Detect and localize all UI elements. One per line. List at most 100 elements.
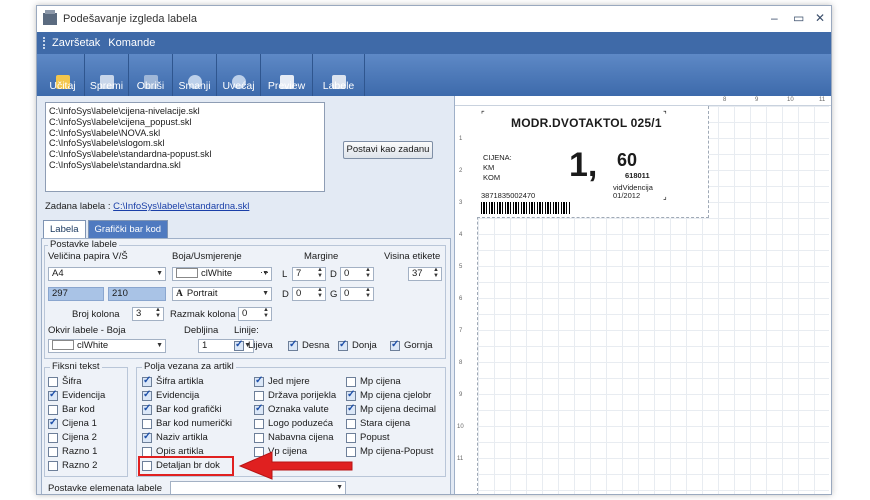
- field-naziv-artikla-checkbox[interactable]: Naziv artikla: [142, 431, 208, 443]
- preview-date[interactable]: 01/2012: [613, 192, 640, 200]
- app-window: Podešavanje izgleda labela – ▭ ✕ Završet…: [36, 5, 832, 495]
- columns-stepper[interactable]: 3 ▲ ▼: [132, 307, 164, 321]
- checkbox-icon: [142, 418, 152, 429]
- preview-barcode-number[interactable]: 3871835002470: [481, 192, 535, 200]
- line-right-checkbox[interactable]: Desna: [288, 339, 329, 351]
- delete-button[interactable]: Obriši: [129, 54, 173, 96]
- field-stara-cijena-checkbox[interactable]: Stara cijena: [346, 418, 410, 429]
- settings-pane: C:\InfoSys\labele\cijena-nivelacije.skl …: [37, 96, 455, 494]
- list-item[interactable]: C:\InfoSys\labele\cijena-nivelacije.skl: [49, 106, 321, 117]
- column-spacing-stepper[interactable]: 0 ▲ ▼: [238, 307, 272, 321]
- field-mp-cijena-popust-checkbox[interactable]: Mp cijena-Popust: [346, 446, 433, 457]
- field-mp-cijena-checkbox[interactable]: Mp cijena: [346, 376, 401, 387]
- labels-button[interactable]: Labele: [313, 54, 365, 96]
- load-button[interactable]: Učitaj: [41, 54, 85, 96]
- label-preview[interactable]: ⌜ ⌝ MODR.DVOTAKTOL 025/1 CIJENA: KM KOM …: [477, 106, 709, 218]
- fixed-cijena1-checkbox[interactable]: Cijena 1: [48, 417, 97, 429]
- margin-right-stepper[interactable]: 0 ▲ ▼: [340, 267, 374, 281]
- preview-price-decimal[interactable]: 60: [617, 150, 637, 171]
- field-popust-checkbox[interactable]: Popust: [346, 432, 390, 443]
- field-jed-mjere-checkbox[interactable]: Jed mjere: [254, 375, 310, 387]
- fixed-text-title: Fiksni tekst: [50, 361, 102, 372]
- preview-price-caption[interactable]: CIJENA:: [483, 154, 512, 162]
- minimize-icon[interactable]: –: [771, 11, 778, 25]
- menu-bar: Završetak Komande: [37, 32, 831, 54]
- checkbox-icon: [254, 390, 264, 401]
- spin-icon: ▲ ▼: [263, 307, 269, 319]
- field-drzava-porijekla-checkbox[interactable]: Država porijekla: [254, 390, 336, 401]
- list-item[interactable]: C:\InfoSys\labele\standardna.skl: [49, 160, 321, 171]
- chevron-down-icon: ▼: [336, 484, 343, 491]
- checkbox-icon: [254, 432, 264, 443]
- fixed-cijena2-checkbox[interactable]: Cijena 2: [48, 432, 97, 443]
- preview-pane: 8 9 10 11 1 2 3 4 5 6 7 8 9 10 11 ⌜ ⌝ MO…: [455, 96, 831, 494]
- elements-settings-label: Postavke elemenata labele: [48, 483, 163, 494]
- field-evidencija-checkbox[interactable]: Evidencija: [142, 389, 199, 401]
- zoom-in-button[interactable]: Uvećaj: [217, 54, 261, 96]
- field-bar-kod-graficki-checkbox[interactable]: Bar kod grafički: [142, 403, 221, 415]
- spin-icon: ▲ ▼: [317, 267, 323, 279]
- field-bar-kod-numericki-checkbox[interactable]: Bar kod numerički: [142, 418, 232, 429]
- line-left-checkbox[interactable]: Lijeva: [234, 339, 273, 351]
- spin-icon: ▲ ▼: [365, 287, 371, 299]
- margin-left-stepper[interactable]: 7 ▲ ▼: [292, 267, 326, 281]
- ruler-top: 8 9 10 11: [455, 96, 831, 106]
- list-item[interactable]: C:\InfoSys\labele\slogom.skl: [49, 138, 321, 149]
- preview-article-code[interactable]: 618011: [625, 172, 650, 180]
- fixed-sifra-checkbox[interactable]: Šifra: [48, 376, 82, 387]
- menu-zavrsetak[interactable]: Završetak: [52, 37, 100, 49]
- tab-labela[interactable]: Labela: [43, 220, 86, 238]
- orientation-select[interactable]: A Portrait ▼: [172, 287, 272, 301]
- checkbox-icon: [338, 339, 348, 351]
- paper-size-select[interactable]: A4 ▼: [48, 267, 166, 281]
- label-file-list[interactable]: C:\InfoSys\labele\cijena-nivelacije.skl …: [45, 102, 325, 192]
- preview-title[interactable]: MODR.DVOTAKTOL 025/1: [511, 116, 662, 130]
- preview-button[interactable]: Preview: [261, 54, 313, 96]
- save-button[interactable]: Spremi: [85, 54, 129, 96]
- preview-price-integer[interactable]: 1,: [569, 148, 597, 182]
- margin-l-label: L: [282, 269, 288, 280]
- field-logo-poduzeca-checkbox[interactable]: Logo poduzeća: [254, 418, 333, 429]
- field-mp-cijena-decimal-checkbox[interactable]: Mp cijena decimal: [346, 403, 436, 415]
- line-bottom-checkbox[interactable]: Donja: [338, 339, 377, 351]
- preview-unit-measure[interactable]: KOM: [483, 174, 500, 182]
- margin-bottom-stepper[interactable]: 0 ▲ ▼: [292, 287, 326, 301]
- label-height-stepper[interactable]: 37 ▲ ▼: [408, 267, 442, 281]
- menu-komande[interactable]: Komande: [108, 37, 155, 49]
- checkbox-icon: [254, 418, 264, 429]
- paper-width-field[interactable]: 210: [108, 287, 166, 301]
- checkbox-icon: [142, 403, 152, 415]
- checkbox-icon: [142, 446, 152, 457]
- paper-height-field[interactable]: 297: [48, 287, 104, 301]
- color-orientation-label: Boja/Usmjerenje: [172, 251, 242, 262]
- field-nabavna-cijena-checkbox[interactable]: Nabavna cijena: [254, 432, 334, 443]
- fixed-bar-kod-checkbox[interactable]: Bar kod: [48, 404, 95, 415]
- preview-barcode[interactable]: [481, 202, 571, 214]
- more-icon[interactable]: ···: [260, 267, 269, 277]
- maximize-icon[interactable]: ▭: [793, 11, 804, 25]
- list-item[interactable]: C:\InfoSys\labele\standardna-popust.skl: [49, 149, 321, 160]
- fixed-razno2-checkbox[interactable]: Razno 2: [48, 460, 97, 471]
- fixed-razno1-checkbox[interactable]: Razno 1: [48, 446, 97, 457]
- checkbox-icon: [142, 389, 152, 401]
- list-item[interactable]: C:\InfoSys\labele\NOVA.skl: [49, 128, 321, 139]
- tab-graficki-bar-kod[interactable]: Grafički bar kod: [87, 220, 169, 238]
- zoom-out-button[interactable]: Smanji: [173, 54, 217, 96]
- elements-select[interactable]: ▼: [170, 481, 346, 494]
- line-top-checkbox[interactable]: Gornja: [390, 339, 433, 351]
- fixed-evidencija-checkbox[interactable]: Evidencija: [48, 389, 105, 401]
- frame-color-select[interactable]: clWhite ▼: [48, 339, 166, 353]
- color-swatch: [52, 340, 74, 351]
- ruler-left: 1 2 3 4 5 6 7 8 9 10 11: [457, 136, 464, 462]
- margin-top-stepper[interactable]: 0 ▲ ▼: [340, 287, 374, 301]
- label-settings-panel: Postavke labele Veličina papira V/Š A4 ▼…: [41, 238, 451, 494]
- field-sifra-artikla-checkbox[interactable]: Šifra artikla: [142, 375, 204, 387]
- field-oznaka-valute-checkbox[interactable]: Oznaka valute: [254, 403, 329, 415]
- color-select[interactable]: clWhite ▼: [172, 267, 272, 281]
- set-default-button[interactable]: Postavi kao zadanu: [343, 141, 433, 159]
- default-label-link[interactable]: C:\InfoSys\labele\standardna.skl: [113, 201, 249, 212]
- list-item[interactable]: C:\InfoSys\labele\cijena_popust.skl: [49, 117, 321, 128]
- field-mp-cijena-cjelobr-checkbox[interactable]: Mp cijena cjelobr: [346, 389, 431, 401]
- close-icon[interactable]: ✕: [815, 11, 825, 25]
- preview-unit-currency[interactable]: KM: [483, 164, 494, 172]
